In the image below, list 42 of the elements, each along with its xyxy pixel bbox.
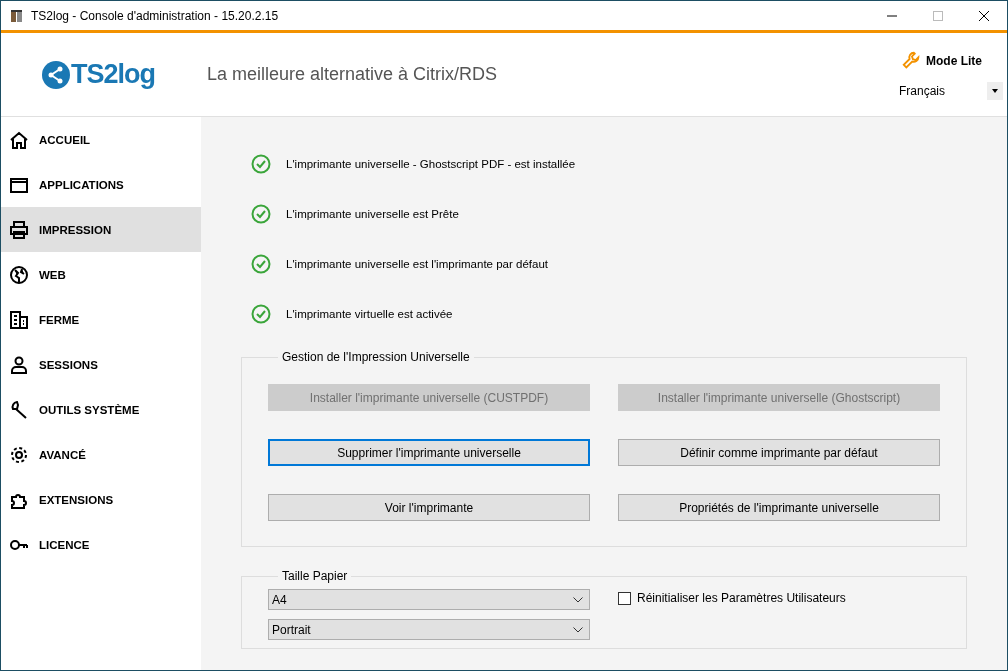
orientation-dropdown[interactable]: Portrait [268,619,590,640]
chevron-icon [573,626,583,633]
action-button[interactable]: Supprimer l'imprimante universelle [268,439,590,466]
logo-icon [41,59,71,90]
sidebar-item[interactable]: APPLICATIONS [1,162,201,207]
caret-icon [992,88,998,93]
status-text: L'imprimante universelle est l'imprimante par défaut [286,258,548,270]
close-icon[interactable] [979,10,989,21]
sidebar-item[interactable]: AVANCÉ [1,432,201,477]
nav-icon [9,129,29,150]
sidebar-item[interactable]: WEB [1,252,201,297]
app-icon [9,7,25,24]
checkbox-label: Réinitialiser les Paramètres Utilisateurs [637,591,846,605]
sidebar-item[interactable]: EXTENSIONS [1,477,201,522]
status-text: L'imprimante universelle est Prête [286,208,459,220]
chevron-icon [573,596,583,603]
nav-icon [9,354,29,375]
action-button[interactable]: Définir comme imprimante par défaut [618,439,940,466]
sidebar-item[interactable]: IMPRESSION [1,207,201,252]
status-text: L'imprimante universelle - Ghostscript PDF - est installée [286,158,576,170]
sidebar-item[interactable]: SESSIONS [1,342,201,387]
window-title: TS2log - Console d'administration - 15.20.2.15 [31,8,279,23]
status-text: L'imprimante virtuelle est activée [286,308,453,320]
nav-icon [9,219,29,240]
sidebar-item[interactable]: FERME [1,297,201,342]
nav-icon [9,264,29,285]
nav-icon [9,309,29,330]
action-button[interactable]: Voir l'imprimante [268,494,590,521]
group-title: Taille Papier [281,569,349,583]
sidebar-item[interactable]: LICENCE [1,522,201,567]
checkbox[interactable] [618,592,631,605]
language-dropdown[interactable]: Français [897,81,1003,100]
tagline: La meilleure alternative à Citrix/RDS [207,64,498,85]
sidebar-item[interactable]: OUTILS SYSTÈME [1,387,201,432]
action-button[interactable]: Propriétés de l'imprimante universelle [618,494,940,521]
mode-lite-button[interactable]: Mode Lite [901,49,982,72]
nav-icon [9,399,29,420]
sidebar-item[interactable]: ACCUEIL [1,117,201,162]
paper-size-dropdown[interactable]: A4 [268,589,590,610]
nav-icon [9,444,29,465]
group-title: Gestion de l'Impression Universelle [281,350,471,364]
logo-text: TS2log [71,59,155,90]
